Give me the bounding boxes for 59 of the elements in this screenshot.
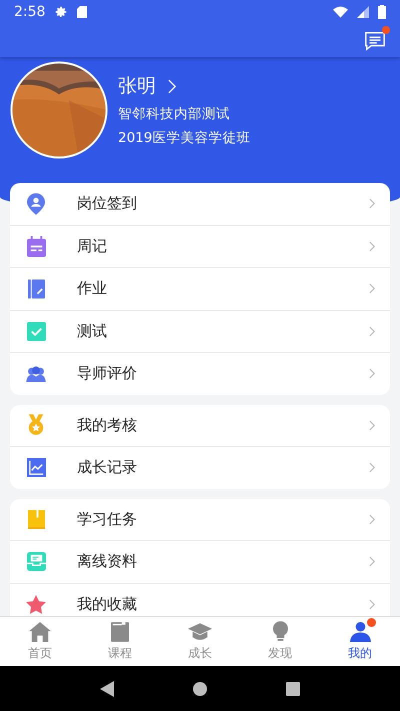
menu-item-label: 导师评价 [77,364,138,384]
menu-item[interactable]: 周记 [10,224,390,267]
menu-item-label: 周记 [77,236,108,256]
menu-item-label: 测试 [77,322,108,341]
menu-item[interactable]: 成长记录 [10,446,390,488]
status-time: 2:58 [14,4,46,20]
wifi-icon [333,6,348,18]
checkbox-icon [26,322,46,341]
person-icon [350,621,370,642]
menu-item[interactable]: 我的考核 [10,404,390,446]
menu-item-label: 成长记录 [77,458,138,478]
menu-item[interactable]: 作业 [10,267,390,310]
sd-card-icon [77,6,88,18]
menu-item-label: 岗位签到 [77,194,138,214]
chevron-right-icon [369,556,376,568]
chevron-right-icon [369,514,376,525]
notebook-pen-icon [28,278,44,299]
menu-item-label: 我的考核 [77,416,138,435]
back-button[interactable] [100,680,114,696]
chevron-right-icon [369,420,376,431]
chevron-right-icon[interactable] [168,78,177,94]
book-icon [28,510,44,529]
menu-item-label: 我的收藏 [77,594,138,614]
graduation-cap-icon [188,623,212,642]
tab[interactable]: 我的 [320,617,400,666]
menu-item[interactable]: 学习任务 [10,498,390,540]
star-icon [26,594,46,614]
notepad-icon [26,236,46,257]
recents-button[interactable] [286,682,300,696]
menu-item[interactable]: 离线资料 [10,540,390,582]
menu-item[interactable]: 岗位签到 [10,183,390,224]
menu-item-label: 离线资料 [77,552,138,572]
light-bulb-icon [272,621,288,642]
signal-icon [357,6,369,18]
book-icon [111,622,129,642]
message-icon [364,30,386,52]
chevron-right-icon [369,368,376,380]
menu-item[interactable]: 测试 [10,310,390,352]
people-icon [26,366,46,382]
battery-icon [378,5,386,19]
chevron-right-icon [369,240,376,252]
chevron-right-icon [369,198,376,210]
chevron-right-icon [369,326,376,337]
menu-item-label: 作业 [77,279,108,298]
home-icon [29,622,51,642]
home-button[interactable] [192,682,207,696]
medal-icon [27,414,45,436]
inbox-tray-icon [26,552,46,572]
chevron-right-icon [369,283,376,294]
line-chart-icon [26,458,46,478]
organization-name: 智邻科技内部测试 [118,105,231,123]
menu-item[interactable]: 导师评价 [10,352,390,394]
chevron-right-icon [369,462,376,474]
menu-item-label: 学习任务 [77,510,138,529]
location-pin-icon [27,192,45,215]
chevron-right-icon [369,598,376,610]
user-name[interactable]: 张明 [118,73,156,99]
gear-icon [54,5,68,19]
class-name: 2019医学美容学徒班 [118,129,250,147]
